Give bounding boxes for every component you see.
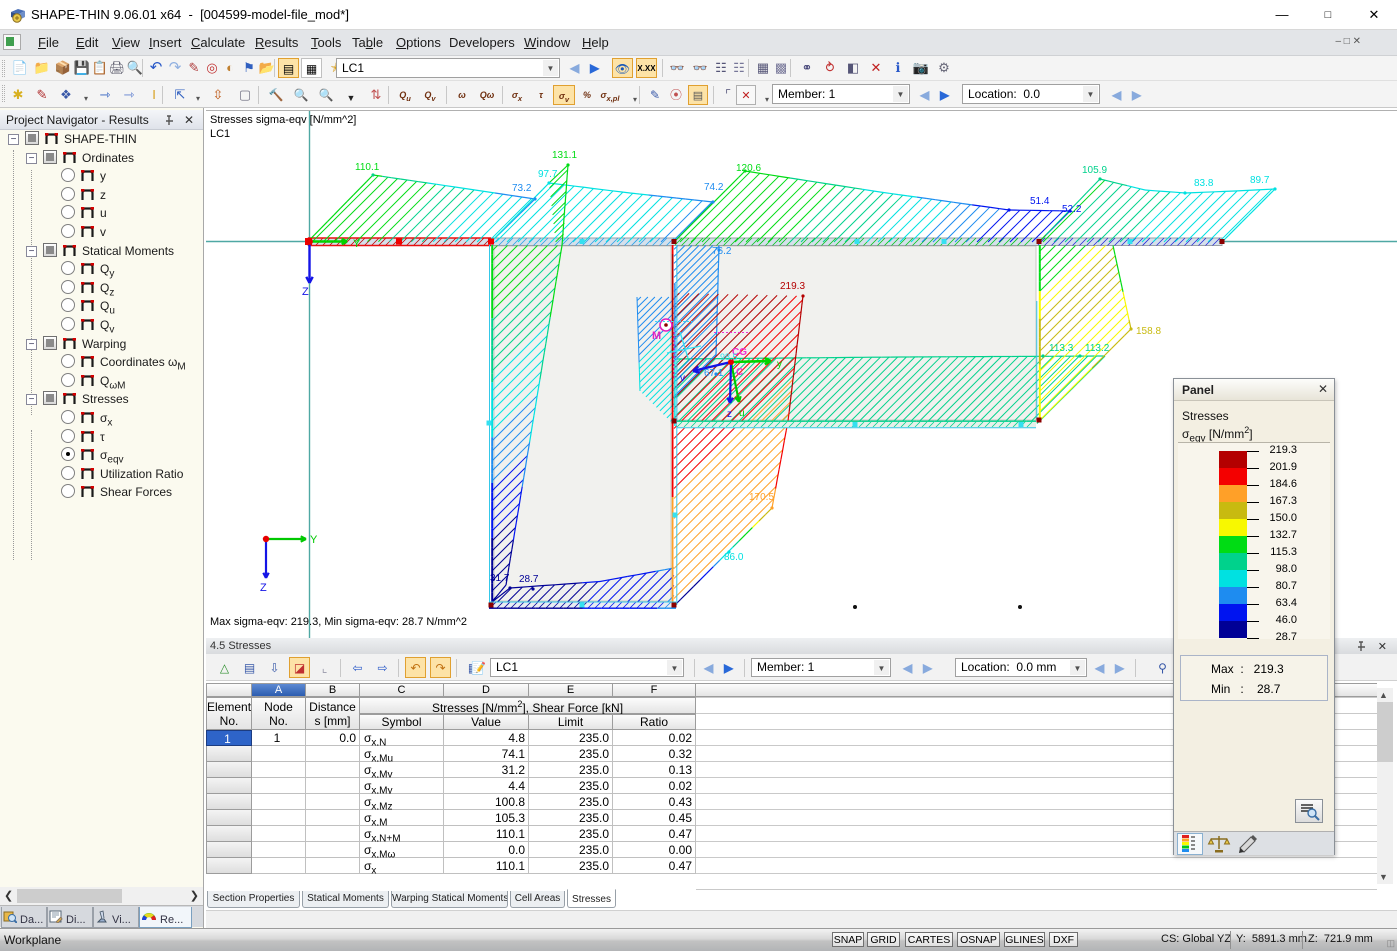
svg-text:89.7: 89.7 (1250, 175, 1270, 186)
svg-text:73.2: 73.2 (512, 183, 532, 194)
svg-text:120.6: 120.6 (736, 163, 761, 174)
svg-text:31.7: 31.7 (490, 573, 510, 584)
svg-text:M: M (652, 330, 661, 342)
svg-text:86.0: 86.0 (724, 552, 744, 563)
svg-text:Z: Z (302, 286, 309, 298)
svg-text:v: v (680, 373, 685, 384)
svg-text:170.5: 170.5 (749, 492, 774, 503)
svg-text:28.7: 28.7 (519, 574, 539, 585)
svg-text:74.2: 74.2 (704, 182, 724, 193)
svg-text:131.1: 131.1 (552, 150, 577, 161)
svg-text:y: y (777, 359, 782, 370)
svg-text:113.3: 113.3 (1049, 343, 1074, 354)
svg-text:Y: Y (310, 534, 318, 546)
svg-text:C: C (736, 367, 743, 378)
svg-text:83.8: 83.8 (1194, 178, 1214, 189)
svg-text:158.8: 158.8 (1136, 326, 1161, 337)
svg-text:219.3: 219.3 (780, 281, 805, 292)
svg-text:113.2: 113.2 (1085, 343, 1110, 354)
svg-text:u: u (739, 408, 745, 419)
svg-text:52.2: 52.2 (1062, 204, 1082, 215)
svg-text:Y: Y (353, 238, 361, 250)
svg-text:98.5: 98.5 (720, 352, 738, 362)
svg-text:110.1: 110.1 (355, 162, 380, 173)
svg-text:67.1: 67.1 (704, 368, 724, 379)
svg-text:Z: Z (260, 582, 267, 594)
svg-text:51.4: 51.4 (1030, 196, 1050, 207)
svg-text:105.9: 105.9 (1082, 165, 1107, 176)
svg-text:97.7: 97.7 (538, 169, 558, 180)
svg-text:76.2: 76.2 (712, 246, 732, 257)
svg-text:z: z (727, 409, 732, 420)
